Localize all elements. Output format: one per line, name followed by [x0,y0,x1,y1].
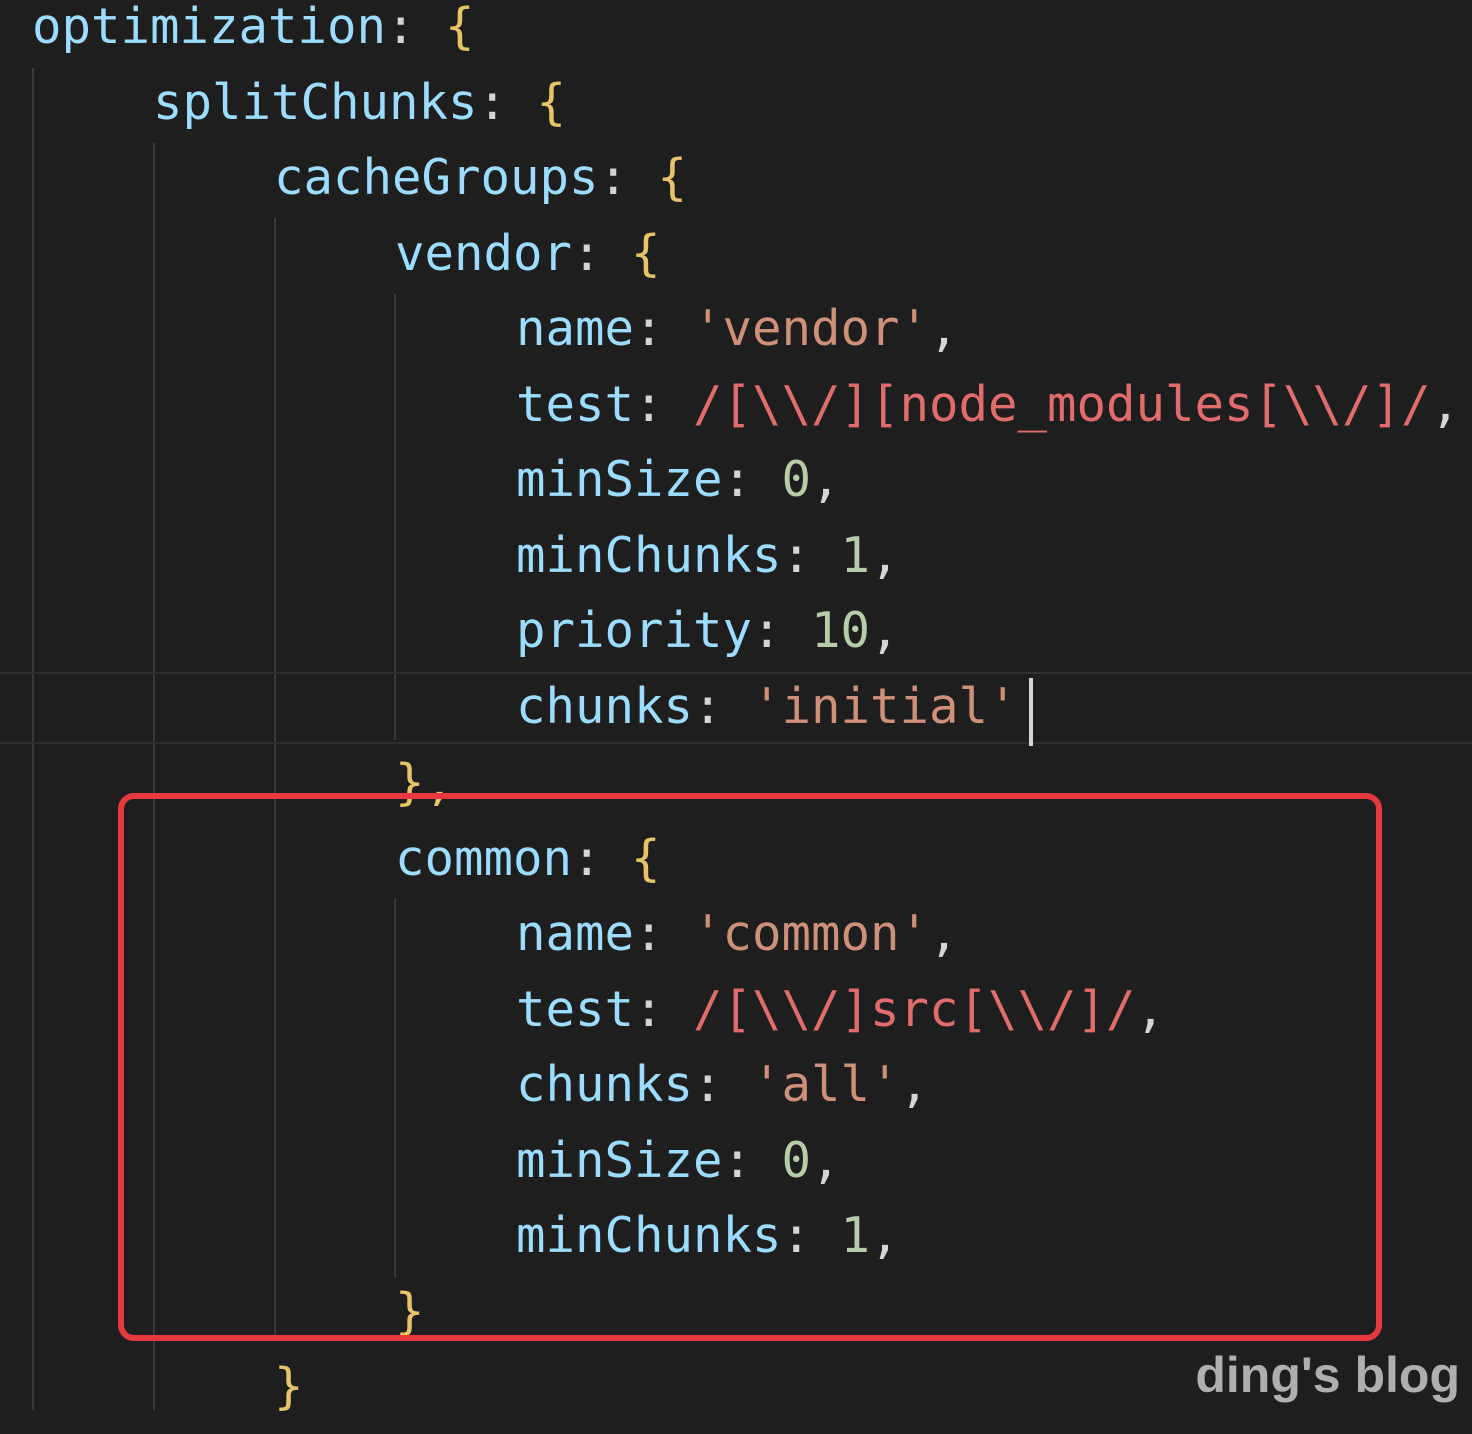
code-token-key: name [516,300,635,357]
code-token-punct: : [598,149,658,206]
code-token-key: vendor [395,225,573,282]
code-token-key: priority [516,602,753,659]
code-token-punct: : [634,300,694,357]
code-line[interactable]: cacheGroups: { [274,149,687,225]
code-token-punct: : [693,678,753,735]
code-line[interactable]: vendor: { [395,225,661,301]
code-line[interactable]: } [274,1358,304,1434]
code-token-punct: : [477,74,537,131]
code-token-regex: /[\\/][node_modules[\\/]/ [693,376,1431,433]
code-line[interactable]: chunks: 'initial' [516,678,1018,754]
code-token-string: 'vendor' [693,300,930,357]
highlight-box [118,793,1382,1341]
code-line[interactable]: minSize: 0, [516,451,841,527]
code-token-number: 0 [781,451,812,508]
code-token-brace: { [536,74,567,131]
code-token-number: 1 [840,527,871,584]
code-line[interactable]: splitChunks: { [153,74,566,150]
code-line[interactable]: name: 'vendor', [516,300,959,376]
code-token-key: test [516,376,635,433]
code-token-brace: { [657,149,688,206]
code-token-punct: : [572,225,632,282]
text-cursor [1029,678,1033,746]
code-line[interactable]: test: /[\\/][node_modules[\\/]/, [516,376,1460,452]
code-token-brace: { [445,0,475,55]
code-token-punct: : [722,451,782,508]
code-token-key: chunks [516,678,694,735]
code-token-key: cacheGroups [274,149,599,206]
code-token-key: splitChunks [153,74,478,131]
code-token-punct: , [811,451,841,508]
indent-guide [32,68,34,1410]
code-token-punct: : [634,376,694,433]
code-token-brace: } [274,1358,304,1415]
code-token-key: minChunks [516,527,782,584]
code-token-brace: { [631,225,661,282]
code-line[interactable]: optimization: { [32,0,475,74]
code-token-punct: , [870,527,900,584]
code-token-number: 10 [811,602,871,659]
code-editor[interactable]: optimization: { splitChunks: { cacheGrou… [0,0,1472,1415]
code-token-punct: : [752,602,812,659]
code-token-string: 'initial' [752,678,1018,735]
code-line[interactable]: priority: 10, [516,602,900,678]
code-token-punct: , [929,300,959,357]
code-token-punct: , [1430,376,1461,433]
code-token-key: optimization [32,0,387,55]
code-line[interactable]: minChunks: 1, [516,527,900,603]
code-token-key: minSize [516,451,723,508]
code-token-punct: : [781,527,841,584]
watermark: ding's blog [1195,1347,1460,1403]
code-token-punct: , [870,602,900,659]
code-token-punct: : [386,0,446,55]
